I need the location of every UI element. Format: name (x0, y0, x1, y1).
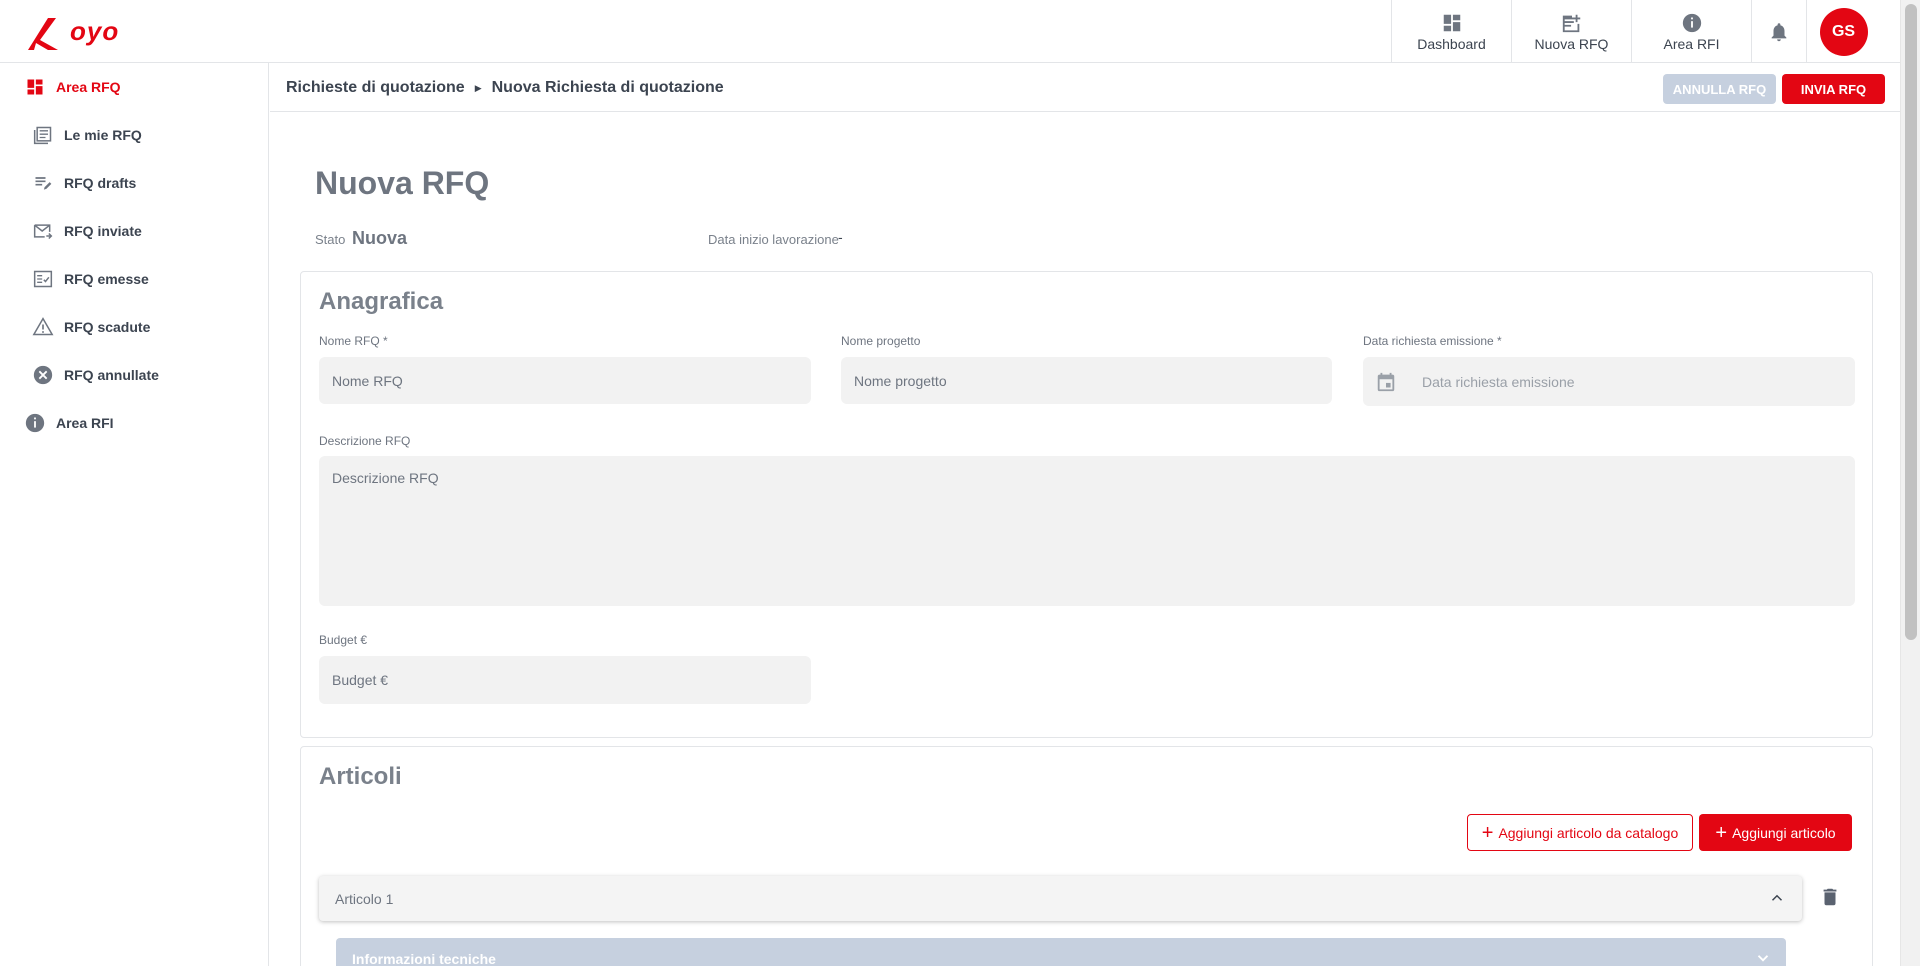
nome-rfq-label: Nome RFQ * (319, 334, 388, 348)
article-label: Articolo 1 (335, 890, 394, 907)
nome-progetto-input[interactable] (841, 357, 1332, 404)
sidebar-item-le-mie-rfq[interactable]: Le mie RFQ (32, 115, 142, 155)
budget-label: Budget € (319, 633, 368, 647)
checklist-icon (32, 268, 54, 290)
nav-nuova-rfq-label: Nuova RFQ (1534, 35, 1609, 52)
top-navigation: Dashboard Nuova RFQ Area RFI GS (1391, 0, 1880, 63)
nav-area-rfi-label: Area RFI (1663, 35, 1720, 52)
breadcrumb: Richieste di quotazione ▶ Nuova Richiest… (286, 79, 724, 97)
add-from-catalog-label: Aggiungi articolo da catalogo (1498, 824, 1679, 841)
new-document-icon (1562, 14, 1580, 32)
top-bar: oyo Dashboard Nuova RFQ Area RFI GS (0, 0, 1900, 63)
nome-progetto-label: Nome progetto (841, 334, 921, 348)
descrizione-textarea[interactable] (319, 456, 1855, 606)
mail-forward-icon (32, 220, 54, 242)
list-icon (32, 124, 54, 146)
stato-value: Nuova (352, 228, 408, 248)
anagrafica-card: Anagrafica Nome RFQ * Nome progetto Data… (300, 271, 1873, 738)
bell-icon (1771, 22, 1787, 41)
article-accordion-header[interactable]: Articolo 1 (319, 876, 1802, 921)
breadcrumb-parent[interactable]: Richieste di quotazione (286, 79, 465, 97)
descrizione-label: Descrizione RFQ (319, 434, 411, 448)
user-menu[interactable]: GS (1806, 0, 1880, 63)
nav-dashboard-label: Dashboard (1417, 35, 1486, 52)
invia-rfq-button[interactable]: INVIA RFQ (1782, 74, 1885, 104)
scrollbar-thumb[interactable] (1905, 4, 1917, 640)
sidebar-item-label: RFQ drafts (64, 175, 137, 191)
sidebar-item-area-rfi[interactable]: Area RFI (24, 403, 114, 443)
info-icon (1682, 13, 1701, 32)
sidebar-item-label: RFQ emesse (64, 271, 149, 287)
chevron-down-icon[interactable] (1754, 949, 1772, 966)
sidebar-item-label: Area RFI (56, 415, 114, 431)
calendar-icon[interactable] (1375, 371, 1397, 393)
page-title: Nuova RFQ (315, 165, 490, 201)
data-emissione-picker[interactable]: Data richiesta emissione (1363, 357, 1855, 406)
draft-edit-icon (32, 172, 54, 194)
nome-rfq-input[interactable] (319, 357, 811, 404)
data-inizio-label: Data inizio lavorazione (708, 232, 839, 247)
notifications-button[interactable] (1751, 0, 1806, 63)
sidebar-item-rfq-annullate[interactable]: RFQ annullate (32, 355, 159, 395)
sidebar-item-rfq-emesse[interactable]: RFQ emesse (32, 259, 149, 299)
sidebar-item-label: RFQ scadute (64, 319, 151, 335)
dashboard-icon (24, 76, 46, 98)
sidebar-item-label: Area RFQ (56, 79, 121, 95)
plus-icon: + (1715, 821, 1728, 844)
budget-input[interactable] (319, 656, 811, 704)
nav-area-rfi[interactable]: Area RFI (1631, 0, 1751, 63)
sidebar-item-label: RFQ inviate (64, 223, 142, 239)
logo-text: oyo (70, 16, 120, 46)
nav-dashboard[interactable]: Dashboard (1391, 0, 1511, 63)
sidebar: Area RFQ Le mie RFQ RFQ drafts RFQ invia… (0, 63, 269, 966)
breadcrumb-current: Nuova Richiesta di quotazione (491, 79, 724, 96)
data-emissione-placeholder: Data richiesta emissione (1422, 373, 1575, 390)
anagrafica-title: Anagrafica (319, 288, 444, 315)
page-scrollbar[interactable] (1900, 0, 1920, 966)
sidebar-item-area-rfq[interactable]: Area RFQ (24, 67, 121, 107)
data-inizio-value: - (838, 229, 843, 245)
annulla-rfq-button[interactable]: ANNULLA RFQ (1663, 74, 1776, 104)
chevron-right-icon: ▶ (474, 82, 482, 93)
informazioni-tecniche-label: Informazioni tecniche (352, 951, 496, 966)
dashboard-icon (1443, 14, 1460, 31)
stato-label: Stato (315, 232, 346, 247)
chevron-up-icon[interactable] (1768, 889, 1786, 907)
sidebar-item-rfq-inviate[interactable]: RFQ inviate (32, 211, 142, 251)
avatar[interactable]: GS (1819, 7, 1868, 56)
add-from-catalog-button[interactable]: + Aggiungi articolo da catalogo (1467, 814, 1693, 851)
sidebar-item-label: Le mie RFQ (64, 127, 142, 143)
info-icon (24, 412, 46, 434)
breadcrumb-bar: Richieste di quotazione ▶ Nuova Richiest… (270, 63, 1900, 112)
nav-nuova-rfq[interactable]: Nuova RFQ (1511, 0, 1631, 63)
add-article-label: Aggiungi articolo (1732, 824, 1836, 841)
add-article-button[interactable]: + Aggiungi articolo (1699, 814, 1852, 851)
articoli-title: Articoli (319, 763, 402, 790)
data-emissione-label: Data richiesta emissione * (1363, 334, 1502, 348)
sidebar-item-rfq-drafts[interactable]: RFQ drafts (32, 163, 136, 203)
warning-icon (32, 316, 54, 338)
plus-icon: + (1481, 821, 1494, 844)
articoli-card: Articoli + Aggiungi articolo da catalogo… (300, 746, 1873, 966)
sidebar-item-rfq-scadute[interactable]: RFQ scadute (32, 307, 150, 347)
sidebar-item-label: RFQ annullate (64, 367, 159, 383)
informazioni-tecniche-accordion[interactable]: Informazioni tecniche (336, 938, 1786, 966)
trash-icon[interactable] (1819, 886, 1841, 908)
cancel-icon (32, 364, 54, 386)
